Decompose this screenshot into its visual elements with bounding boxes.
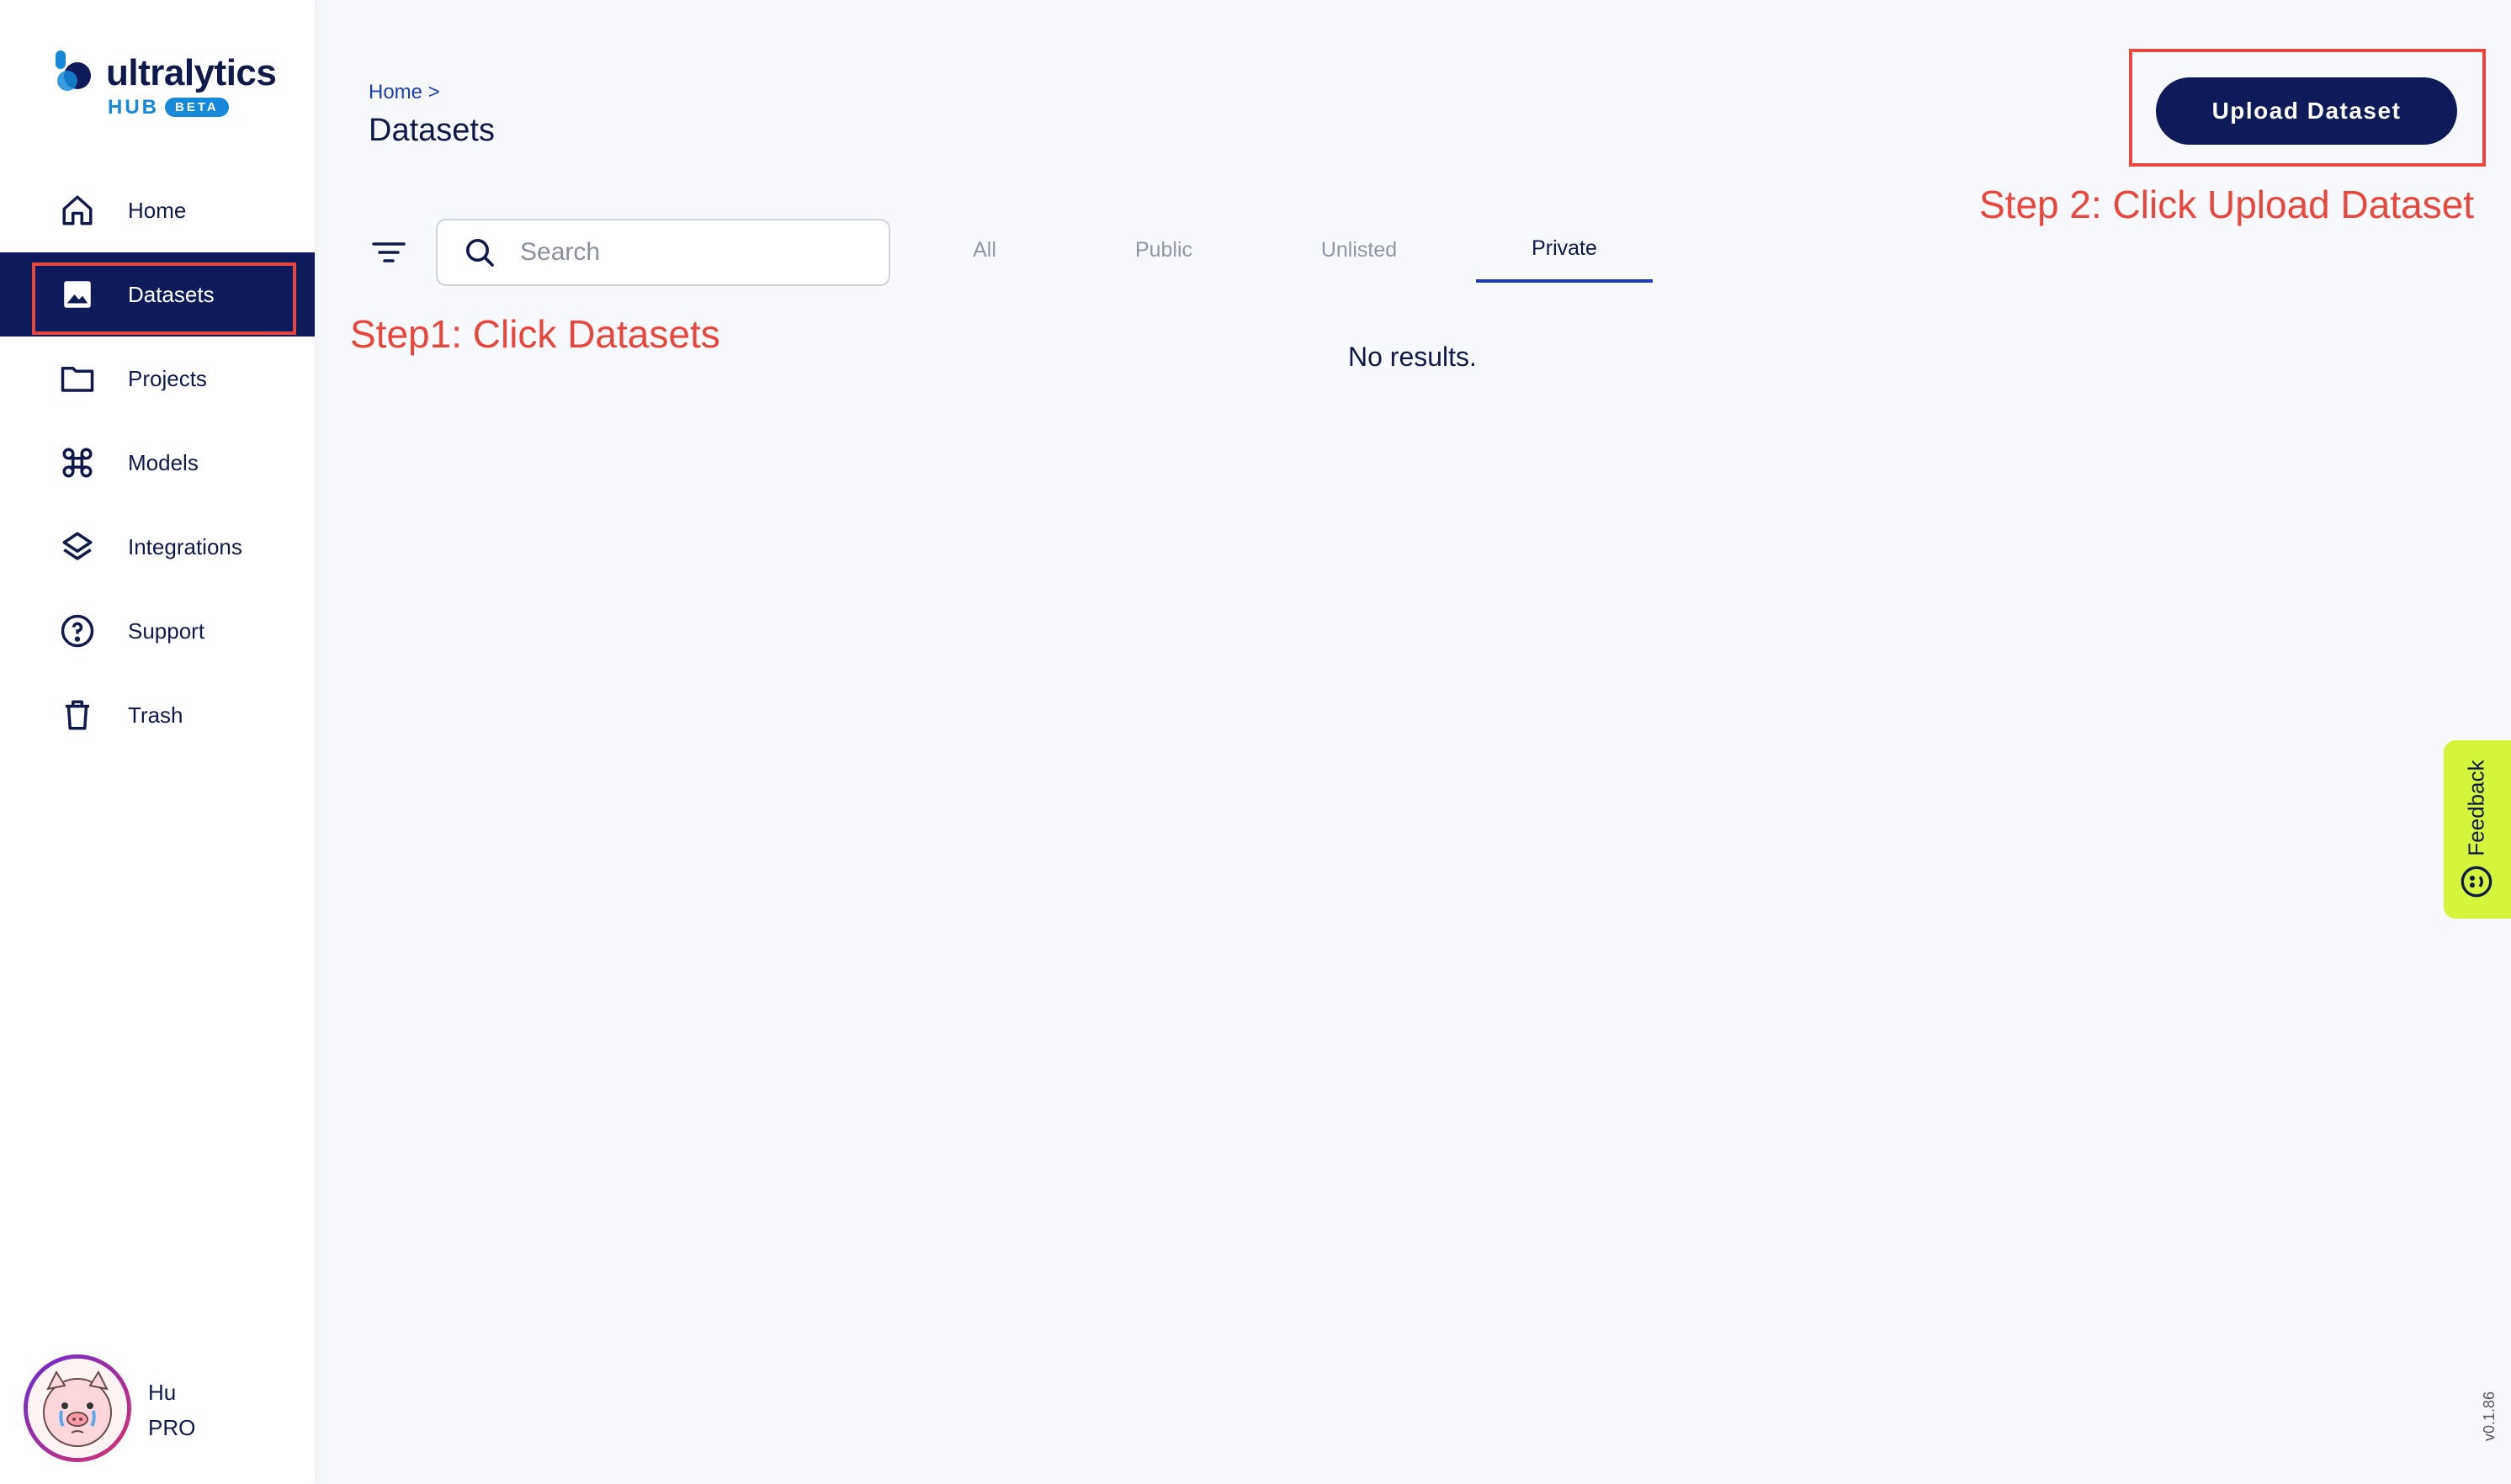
- sidebar-item-home[interactable]: Home: [0, 168, 315, 252]
- sidebar-item-label: Trash: [128, 702, 183, 728]
- sidebar-item-label: Support: [128, 617, 205, 644]
- folder-icon: [59, 360, 96, 397]
- sidebar-item-trash[interactable]: Trash: [0, 673, 315, 757]
- ultralytics-logo[interactable]: ultralytics HUB BETA: [54, 47, 289, 123]
- step1-annotation: Step1: Click Datasets: [350, 312, 720, 356]
- pig-avatar-icon: [28, 1359, 127, 1458]
- upload-dataset-button[interactable]: Upload Dataset: [2156, 77, 2457, 145]
- tab-all[interactable]: All: [934, 217, 1035, 283]
- avatar[interactable]: [24, 1354, 131, 1462]
- layers-icon: [59, 528, 96, 565]
- user-name: Hu: [148, 1380, 177, 1405]
- tab-unlisted[interactable]: Unlisted: [1264, 217, 1454, 283]
- trash-icon: [59, 697, 96, 734]
- user-profile[interactable]: Hu PRO: [24, 1354, 301, 1464]
- tab-private[interactable]: Private: [1476, 217, 1653, 283]
- sidebar-item-label: Datasets: [128, 281, 215, 307]
- search-input[interactable]: [520, 238, 857, 267]
- sidebar-item-projects[interactable]: Projects: [0, 337, 315, 421]
- step2-annotation: Step 2: Click Upload Dataset: [1979, 183, 2475, 226]
- sidebar-item-support[interactable]: Support: [0, 589, 315, 673]
- feedback-label: Feedback: [2463, 759, 2489, 856]
- sidebar-nav: Home Datasets Projects Models Integratio…: [0, 168, 315, 757]
- empty-state-message: No results.: [1348, 342, 1477, 372]
- logo-wordmark: ultralytics: [106, 52, 277, 93]
- version-label: v0.1.86: [2481, 1391, 2498, 1441]
- help-circle-icon: [59, 612, 96, 649]
- sidebar-item-label: Models: [128, 449, 199, 475]
- sidebar-item-integrations[interactable]: Integrations: [0, 505, 315, 589]
- command-icon: [59, 444, 96, 481]
- logo-hub-label: HUB: [108, 96, 159, 119]
- feedback-label-wrap: Feedback: [2455, 757, 2498, 858]
- filter-icon: [372, 242, 406, 262]
- beta-badge: BETA: [165, 98, 229, 117]
- version-label-wrap: v0.1.86: [2477, 1386, 2503, 1445]
- home-icon: [59, 192, 96, 229]
- visibility-tabs: All Public Unlisted Private: [934, 217, 1653, 284]
- search-icon: [466, 239, 494, 267]
- image-icon: [59, 276, 96, 313]
- sidebar-item-label: Home: [128, 197, 187, 223]
- sidebar-item-models[interactable]: Models: [0, 421, 315, 505]
- filter-button[interactable]: [369, 234, 409, 271]
- logo-mark-icon: [56, 50, 91, 91]
- search-box[interactable]: [436, 219, 890, 286]
- sidebar-item-label: Integrations: [128, 533, 242, 559]
- tab-public[interactable]: Public: [1069, 217, 1259, 283]
- breadcrumb[interactable]: Home >: [369, 81, 440, 104]
- user-plan: PRO: [148, 1415, 196, 1440]
- sidebar-item-datasets[interactable]: Datasets: [0, 252, 315, 337]
- smiley-icon: [2461, 866, 2492, 898]
- page-title: Datasets: [369, 113, 495, 148]
- sidebar-item-label: Projects: [128, 365, 207, 391]
- sidebar: ultralytics HUB BETA Home Datasets Proje…: [0, 0, 315, 1484]
